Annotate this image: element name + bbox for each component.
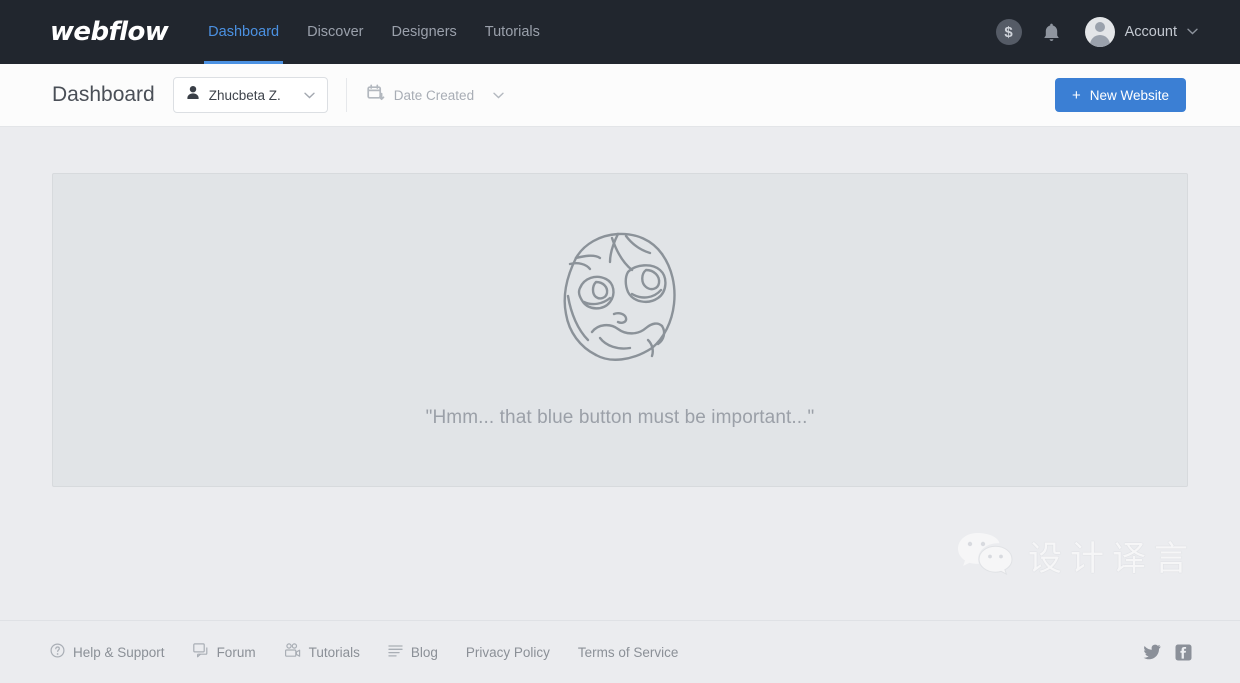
footer-link-tutorials-label: Tutorials	[309, 645, 360, 660]
question-circle-icon	[50, 643, 65, 661]
twitter-icon[interactable]	[1143, 644, 1161, 660]
nav-link-designers[interactable]: Designers	[378, 0, 471, 64]
user-filter-value: Zhucbeta Z.	[209, 88, 281, 103]
footer-link-help-support[interactable]: Help & Support	[50, 643, 165, 661]
person-icon	[186, 85, 200, 105]
webflow-logo[interactable]: webflow	[50, 17, 168, 47]
footer-link-blog[interactable]: Blog	[388, 644, 438, 661]
chat-bubble-icon	[193, 643, 209, 661]
dollar-circle-icon[interactable]: $	[996, 19, 1022, 45]
footer-social-links	[1143, 644, 1192, 661]
avatar	[1085, 17, 1115, 47]
video-camera-icon	[284, 643, 301, 661]
chevron-down-icon	[1187, 27, 1198, 38]
wechat-icon	[956, 529, 1014, 582]
footer-link-help-support-label: Help & Support	[73, 645, 165, 660]
chevron-down-icon	[304, 92, 315, 99]
sort-dropdown[interactable]: Date Created	[367, 84, 504, 107]
calendar-sort-icon	[367, 84, 385, 107]
footer-links: Help & Support Forum	[50, 643, 706, 661]
thinking-face-illustration	[540, 222, 700, 377]
footer-link-forum-label: Forum	[217, 645, 256, 660]
nav-right-group: $ Account	[996, 17, 1198, 47]
sub-header-toolbar: Dashboard Zhucbeta Z.	[0, 64, 1240, 127]
main-content: "Hmm... that blue button must be importa…	[0, 127, 1240, 620]
toolbar-divider	[346, 78, 347, 112]
nav-link-tutorials-label: Tutorials	[485, 24, 540, 40]
nav-link-designers-label: Designers	[392, 24, 457, 40]
footer-link-privacy-policy-label: Privacy Policy	[466, 645, 550, 660]
sort-value: Date Created	[394, 88, 474, 103]
footer-link-privacy-policy[interactable]: Privacy Policy	[466, 645, 550, 660]
footer-link-terms-of-service[interactable]: Terms of Service	[578, 645, 679, 660]
plus-icon: +	[1072, 88, 1081, 103]
nav-link-discover-label: Discover	[307, 24, 363, 40]
account-label: Account	[1125, 24, 1177, 40]
account-menu[interactable]: Account	[1085, 17, 1198, 47]
footer: Help & Support Forum	[0, 620, 1240, 683]
dashboard-page: webflow Dashboard Discover Designers Tut…	[0, 0, 1240, 683]
bell-icon[interactable]	[1042, 22, 1061, 43]
nav-link-dashboard[interactable]: Dashboard	[194, 0, 293, 64]
nav-links: Dashboard Discover Designers Tutorials	[194, 0, 554, 64]
empty-state-panel: "Hmm... that blue button must be importa…	[52, 173, 1188, 487]
facebook-icon[interactable]	[1175, 644, 1192, 661]
new-website-label: New Website	[1090, 88, 1169, 103]
nav-link-dashboard-label: Dashboard	[208, 24, 279, 40]
footer-link-blog-label: Blog	[411, 645, 438, 660]
footer-link-forum[interactable]: Forum	[193, 643, 256, 661]
top-navigation-bar: webflow Dashboard Discover Designers Tut…	[0, 0, 1240, 64]
wechat-watermark: 设计译言	[956, 529, 1196, 582]
footer-link-terms-of-service-label: Terms of Service	[578, 645, 679, 660]
new-website-button[interactable]: + New Website	[1055, 78, 1186, 112]
user-filter-dropdown[interactable]: Zhucbeta Z.	[173, 77, 328, 113]
nav-link-tutorials[interactable]: Tutorials	[471, 0, 554, 64]
footer-link-tutorials[interactable]: Tutorials	[284, 643, 360, 661]
list-lines-icon	[388, 644, 403, 661]
empty-state-caption: "Hmm... that blue button must be importa…	[426, 407, 815, 429]
page-title: Dashboard	[52, 83, 155, 107]
chevron-down-icon	[493, 92, 504, 99]
nav-link-discover[interactable]: Discover	[293, 0, 377, 64]
watermark-text: 设计译言	[1028, 531, 1196, 580]
